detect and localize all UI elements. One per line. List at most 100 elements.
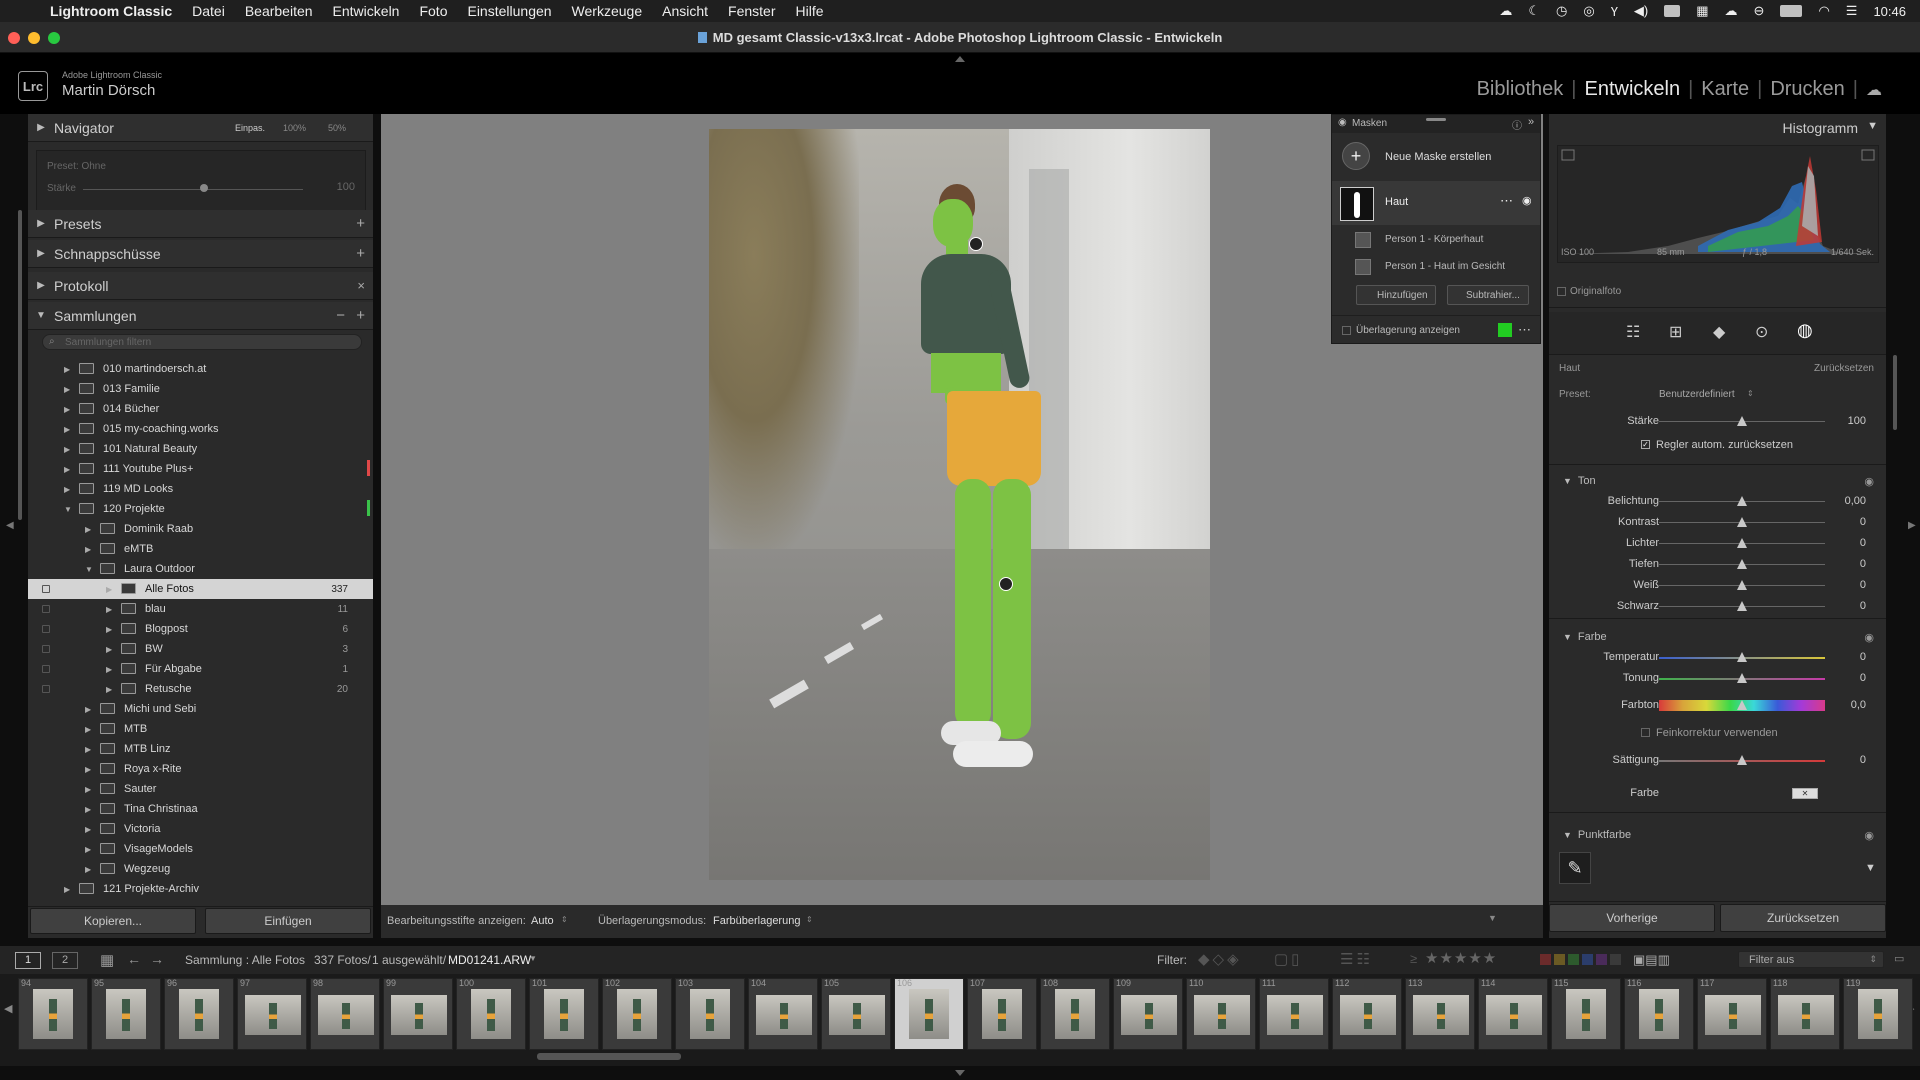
collection-checkbox[interactable]: [42, 585, 50, 593]
top-panel-toggle-icon[interactable]: [955, 56, 965, 62]
tone-slider[interactable]: Weiß 0: [1549, 575, 1886, 596]
snapshots-header[interactable]: ▶ Schnappschüsse +: [28, 240, 373, 268]
menu-datei[interactable]: Datei: [192, 3, 225, 19]
slider-knob[interactable]: [1737, 559, 1747, 569]
collection-item[interactable]: ▶ 111 Youtube Plus+: [28, 459, 373, 479]
copy-button[interactable]: Kopieren...: [30, 908, 196, 934]
histogram[interactable]: ISO 100 85 mm ƒ / 1,8 1/640 Sek.: [1557, 145, 1879, 263]
filmstrip-thumbnail[interactable]: 111: [1259, 978, 1329, 1050]
collection-item[interactable]: ▶ Alle Fotos 337: [28, 579, 373, 599]
more-icon[interactable]: ⋯: [1500, 193, 1513, 209]
filmstrip-thumbnail[interactable]: 103: [675, 978, 745, 1050]
eye-icon[interactable]: ◉: [1864, 475, 1874, 488]
chevron-right-icon[interactable]: ▶: [85, 785, 91, 794]
menu-foto[interactable]: Foto: [419, 3, 447, 19]
filmstrip-thumbnail[interactable]: 95: [91, 978, 161, 1050]
overlay-checkbox[interactable]: [1342, 326, 1351, 335]
left-scrollbar[interactable]: [18, 210, 22, 520]
masks-header[interactable]: ◉ Masken ⓘ »: [1332, 115, 1540, 133]
collection-item[interactable]: ▶ BW 3: [28, 639, 373, 659]
chevron-right-icon[interactable]: ▶: [106, 665, 112, 674]
mask-pin-icon[interactable]: [999, 577, 1013, 591]
chevron-down-icon[interactable]: ▼: [85, 565, 93, 574]
collection-checkbox[interactable]: [42, 685, 50, 693]
previous-button[interactable]: Vorherige: [1549, 904, 1715, 932]
tone-slider[interactable]: Kontrast 0: [1549, 512, 1886, 533]
cloud-icon[interactable]: ☁: [1725, 3, 1738, 19]
file-name[interactable]: MD01241.ARW: [448, 953, 531, 967]
collection-item[interactable]: ▶ eMTB: [28, 539, 373, 559]
add-icon[interactable]: +: [356, 245, 365, 262]
filmstrip-thumbnail[interactable]: 100: [456, 978, 526, 1050]
filmstrip-thumbnail[interactable]: 101: [529, 978, 599, 1050]
filmstrip-thumbnail[interactable]: 107: [967, 978, 1037, 1050]
filmstrip-thumbnail[interactable]: 109: [1113, 978, 1183, 1050]
search-input[interactable]: Sammlungen filtern: [65, 337, 151, 348]
menu-entwickeln[interactable]: Entwickeln: [333, 3, 400, 19]
chevron-right-icon[interactable]: ▶: [106, 645, 112, 654]
slider-knob[interactable]: [1737, 673, 1747, 683]
collection-item[interactable]: ▶ 014 Bücher: [28, 399, 373, 419]
color-section-header[interactable]: ▼ Farbe ◉: [1549, 626, 1886, 648]
collection-checkbox[interactable]: [42, 665, 50, 673]
chevron-right-icon[interactable]: ▶: [106, 605, 112, 614]
chevron-right-icon[interactable]: ▶: [85, 525, 91, 534]
color-label-filter[interactable]: [1540, 954, 1621, 965]
filmstrip-thumbnail[interactable]: 119: [1843, 978, 1913, 1050]
creative-cloud-icon[interactable]: ☁: [1499, 3, 1512, 19]
filmstrip-thumbnail[interactable]: 114: [1478, 978, 1548, 1050]
collection-item[interactable]: ▶ VisageModels: [28, 839, 373, 859]
slider-knob[interactable]: [1737, 580, 1747, 590]
edit-filter-icons[interactable]: ☰☷: [1340, 950, 1373, 968]
filmstrip-thumbnail[interactable]: 105: [821, 978, 891, 1050]
slider-knob[interactable]: [1737, 601, 1747, 611]
add-icon[interactable]: +: [356, 215, 365, 232]
collection-item[interactable]: ▶ Dominik Raab: [28, 519, 373, 539]
filmstrip-thumbnail[interactable]: 115: [1551, 978, 1621, 1050]
collection-item[interactable]: ▶ Victoria: [28, 819, 373, 839]
collection-checkbox[interactable]: [42, 645, 50, 653]
menu-app[interactable]: Lightroom Classic: [50, 3, 172, 19]
preset-strength-slider[interactable]: [83, 189, 303, 190]
slider-knob[interactable]: [200, 184, 208, 192]
eye-icon[interactable]: ◉: [1864, 631, 1874, 644]
tone-slider[interactable]: Belichtung 0,00: [1549, 491, 1886, 512]
zoom-window-button[interactable]: [48, 32, 60, 44]
collection-checkbox[interactable]: [42, 625, 50, 633]
reset-mask-button[interactable]: Zurücksetzen: [1814, 363, 1874, 374]
fork-icon[interactable]: Ү: [1611, 4, 1618, 19]
zoom-fit[interactable]: Einpas.: [235, 123, 265, 133]
filmstrip-thumbnail[interactable]: 102: [602, 978, 672, 1050]
slider-knob[interactable]: [1737, 700, 1747, 710]
slider-value[interactable]: 0: [1860, 579, 1866, 591]
mask-component-body[interactable]: Person 1 - Körperhaut: [1385, 234, 1483, 245]
hue-slider[interactable]: Farbton 0,0: [1549, 695, 1886, 716]
module-drucken[interactable]: Drucken: [1762, 78, 1852, 101]
filmstrip-thumbnail[interactable]: 98: [310, 978, 380, 1050]
history-header[interactable]: ▶ Protokoll ×: [28, 272, 373, 300]
back-arrow-icon[interactable]: ←: [127, 951, 141, 967]
menu-hilfe[interactable]: Hilfe: [796, 3, 824, 19]
overlay-mode-select[interactable]: Farbüberlagerung: [713, 915, 800, 927]
minus-icon[interactable]: ⊖: [1754, 3, 1765, 19]
auto-reset-checkbox[interactable]: ✓: [1641, 440, 1650, 449]
chevron-right-icon[interactable]: ▶: [85, 765, 91, 774]
add-mask-icon[interactable]: +: [1342, 142, 1370, 170]
chevron-down-icon[interactable]: ▼: [529, 954, 537, 963]
chevron-right-icon[interactable]: ▶: [85, 845, 91, 854]
tone-section-header[interactable]: ▼ Ton ◉: [1549, 470, 1886, 492]
slider-knob[interactable]: [1737, 538, 1747, 548]
display-icon[interactable]: [1664, 5, 1681, 17]
reset-button[interactable]: Zurücksetzen: [1720, 904, 1886, 932]
filmstrip-thumbnail[interactable]: 104: [748, 978, 818, 1050]
chevron-down-icon[interactable]: ▼: [1865, 862, 1876, 874]
eye-icon[interactable]: ◉: [1338, 117, 1347, 128]
filmstrip-thumbnail[interactable]: 96: [164, 978, 234, 1050]
chevron-right-icon[interactable]: ▶: [64, 385, 70, 394]
bottom-panel-toggle-icon[interactable]: [955, 1070, 965, 1076]
fine-adjust-checkbox[interactable]: [1641, 728, 1650, 737]
forward-arrow-icon[interactable]: →: [150, 951, 164, 967]
tint-slider[interactable]: Tonung 0: [1549, 668, 1886, 689]
collection-item[interactable]: ▶ MTB: [28, 719, 373, 739]
eraser-icon[interactable]: ◆: [1713, 322, 1725, 342]
